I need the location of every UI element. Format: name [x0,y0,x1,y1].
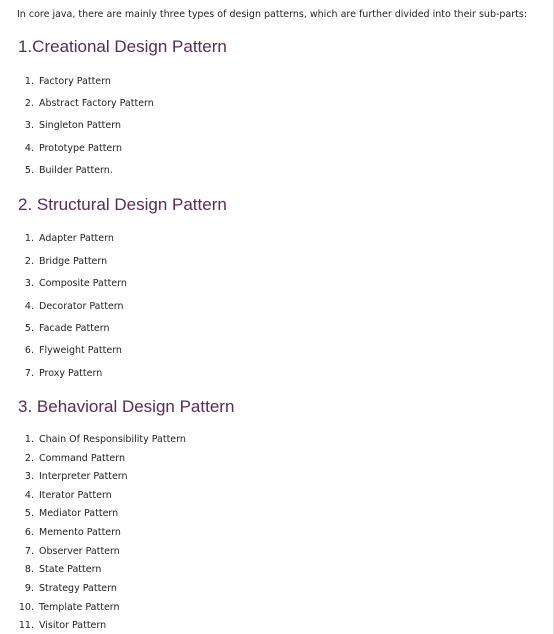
heading-structural: 2. Structural Design Pattern [18,195,227,214]
list-item: 3. Singleton Pattern [24,120,121,131]
list-item: 9. Strategy Pattern [24,583,117,594]
heading-creational: 1.Creational Design Pattern [18,37,227,56]
list-item: 5. Facade Pattern [24,323,110,334]
list-item: 8. State Pattern [24,564,102,575]
list-item: 4. Iterator Pattern [24,490,112,501]
list-item: 1. Factory Pattern [24,76,111,87]
list-item: 7. Observer Pattern [24,546,120,557]
list-item: 1. Chain Of Responsibility Pattern [24,434,186,445]
list-item: 2. Abstract Factory Pattern [24,98,154,109]
list-item: 11. Visitor Pattern [18,620,107,631]
list-item: 1. Adapter Pattern [24,233,114,244]
list-item: 7. Proxy Pattern [24,368,103,379]
list-item: 5. Builder Pattern. [24,165,113,176]
list-item: 4. Decorator Pattern [24,301,124,312]
list-item: 6. Flyweight Pattern [24,345,122,356]
heading-behavioral: 3. Behavioral Design Pattern [18,397,235,416]
intro-paragraph: In core java, there are mainly three typ… [17,9,528,20]
article-content: In core java, there are mainly three typ… [0,0,554,634]
list-item: 2. Bridge Pattern [24,256,108,267]
list-item: 5. Mediator Pattern [24,508,119,519]
list-item: 4. Prototype Pattern [24,143,123,154]
list-item: 6. Memento Pattern [24,527,121,538]
list-item: 3. Interpreter Pattern [24,471,128,482]
list-item: 3. Composite Pattern [24,278,127,289]
list-item: 2. Command Pattern [24,453,126,464]
list-item: 10. Template Pattern [18,602,120,613]
